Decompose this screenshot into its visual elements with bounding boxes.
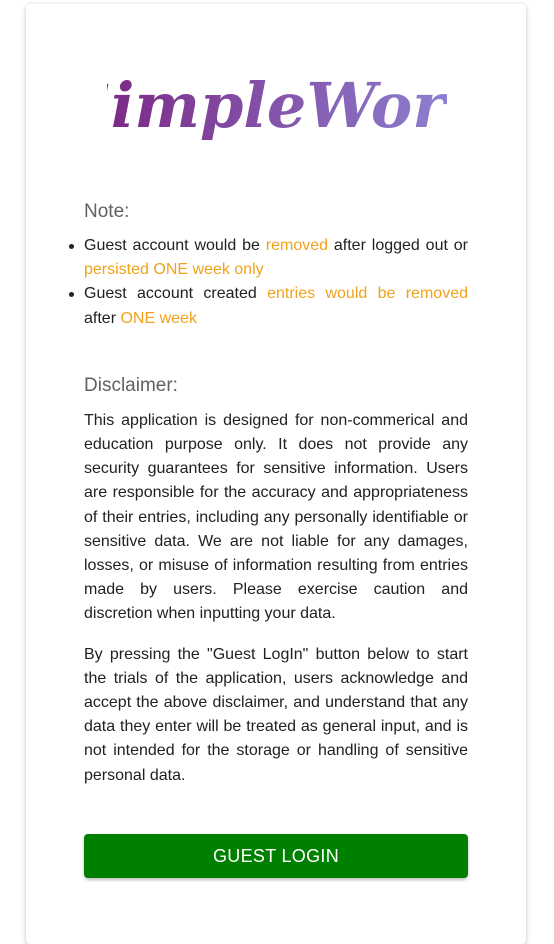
main-content: Note: Guest account would be removed aft…	[69, 200, 469, 788]
brand-logo-wordmark: SimpleWork	[107, 69, 447, 142]
disclaimer-title: Disclaimer:	[84, 374, 178, 396]
note-highlight: ONE week	[120, 309, 197, 327]
note-text: Guest account would be	[84, 237, 266, 254]
note-highlight: entries would be removed	[267, 285, 468, 303]
disclaimer-paragraph: By pressing the "Guest LogIn" button bel…	[84, 645, 468, 784]
note-title: Note:	[84, 201, 130, 222]
brand-name: SimpleWork	[107, 69, 447, 142]
note-highlight: persisted ONE week only	[84, 261, 264, 279]
disclaimer-paragraph: This application is designed for non-com…	[84, 411, 468, 623]
note-highlight: removed	[265, 237, 329, 254]
note-text: after	[84, 309, 121, 327]
note-text: Guest account created	[84, 285, 268, 303]
note-item: Guest account would be removed after log…	[69, 234, 469, 282]
note-list: Guest account would be removed after log…	[69, 234, 469, 331]
guest-login-button[interactable]: GUEST LOGIN	[84, 834, 468, 878]
note-text: after logged out or	[328, 237, 469, 254]
brand-logo: SimpleWork	[0, 62, 554, 162]
note-item: Guest account created entries would be r…	[69, 282, 468, 330]
